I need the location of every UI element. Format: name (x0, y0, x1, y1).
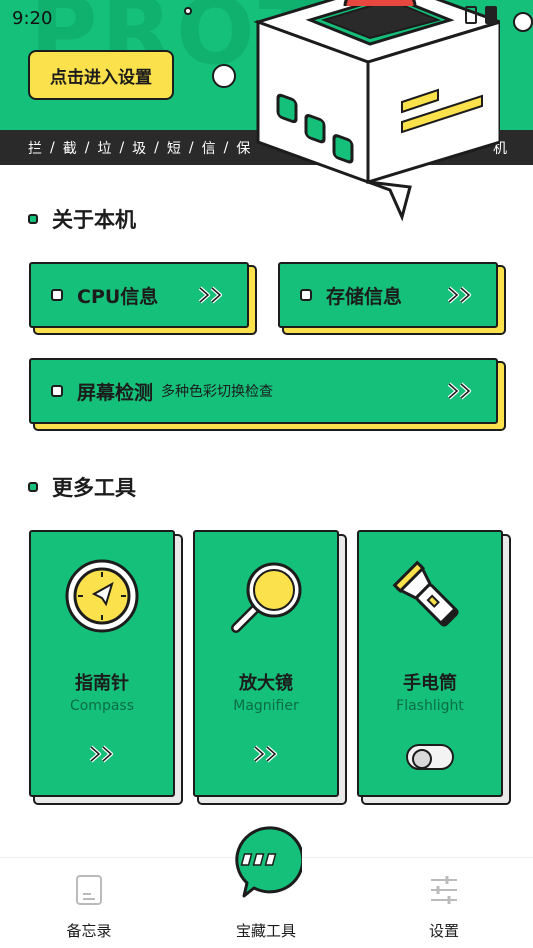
nav-label: 宝藏工具 (235, 922, 296, 940)
card-square-icon (51, 289, 63, 301)
battery-icon (485, 6, 497, 24)
signal-icon (465, 6, 477, 24)
tool-name: 指南针 (75, 673, 129, 694)
decor-dot (184, 7, 192, 15)
ticker-char: 截 (62, 140, 77, 157)
section-title-about: 关于本机 (28, 204, 136, 234)
nav-item-memo[interactable]: 备忘录 (29, 858, 149, 948)
screen-test-label: 屏幕检测 (77, 381, 154, 404)
nav-label: 备忘录 (66, 922, 112, 940)
ticker-char: 信 (201, 140, 216, 157)
section-title-text: 关于本机 (52, 208, 136, 232)
ticker-sep: / (50, 139, 55, 156)
ticker-char: 短 (166, 140, 181, 157)
card-square-icon (300, 289, 312, 301)
flashlight-icon (392, 560, 459, 627)
decor-dot (212, 64, 236, 88)
storage-info-label: 存储信息 (326, 285, 403, 308)
ticker-sep: / (223, 139, 229, 156)
ticker-sep: / (188, 139, 194, 156)
tool-english-name: Compass (69, 698, 135, 714)
tool-name: 手电筒 (403, 673, 457, 694)
section-title-tools: 更多工具 (28, 472, 136, 502)
box-illustration (253, 0, 500, 222)
magnifier-icon (231, 562, 302, 633)
ticker-sep: / (154, 139, 159, 156)
double-chevron-icon (447, 286, 471, 304)
tool-name: 放大镜 (239, 673, 293, 694)
screen-test-card[interactable]: 屏幕检测 多种色彩切换检查 (29, 358, 498, 424)
ticker-char: 垃 (97, 140, 112, 157)
sliders-icon (431, 876, 457, 904)
double-chevron-icon (447, 382, 471, 400)
section-bullet (28, 482, 38, 492)
tool-english-name: Flashlight (396, 698, 464, 714)
double-chevron-icon (89, 745, 113, 763)
cpu-info-card[interactable]: CPU信息 (29, 262, 249, 328)
memo-icon (76, 875, 102, 905)
nav-label: 设置 (428, 922, 459, 940)
status-icons (465, 6, 497, 24)
compass-icon (65, 559, 139, 633)
treasure-tools-chat-icon[interactable] (232, 826, 302, 898)
flashlight-toggle[interactable] (406, 744, 454, 770)
section-title-text: 更多工具 (52, 476, 136, 500)
double-chevron-icon (198, 286, 222, 304)
decor-dot (513, 12, 533, 32)
section-bullet (28, 214, 38, 224)
magnifier-tool-card[interactable]: 放大镜 Magnifier (193, 530, 339, 797)
tool-english-name: Magnifier (233, 698, 299, 714)
ticker-char: 拦 (28, 140, 42, 157)
nav-item-settings[interactable]: 设置 (384, 858, 504, 948)
flashlight-tool-card[interactable]: 手电筒 Flashlight (357, 530, 503, 797)
enter-settings-button[interactable]: 点击进入设置 (28, 50, 174, 100)
card-square-icon (51, 385, 63, 397)
storage-info-card[interactable]: 存储信息 (278, 262, 498, 328)
double-chevron-icon (253, 745, 277, 763)
ticker-char: 圾 (132, 140, 147, 157)
ticker-char: 保 (236, 140, 251, 157)
compass-tool-card[interactable]: 指南针 Compass (29, 530, 175, 797)
screen-test-subtitle: 多种色彩切换检查 (161, 384, 274, 400)
ticker-sep: / (84, 139, 90, 156)
cpu-info-label: CPU信息 (77, 285, 159, 308)
ticker-sep: / (119, 139, 125, 156)
status-time: 9:20 (12, 8, 53, 29)
